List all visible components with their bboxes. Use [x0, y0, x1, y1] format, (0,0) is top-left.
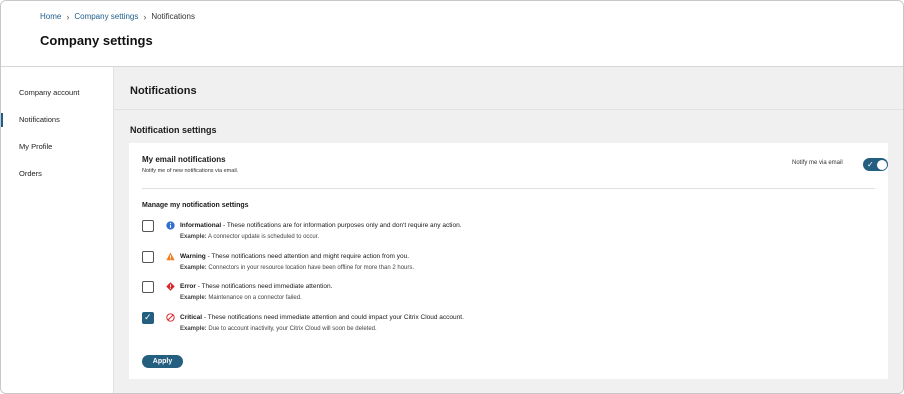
- severity-name: Critical: [180, 314, 203, 321]
- sidebar: Company account Notifications My Profile…: [1, 67, 114, 393]
- toggle-label: Notify me via email: [792, 160, 843, 166]
- severity-row-warning: Warning - These notifications need atten…: [142, 251, 872, 279]
- chevron-right-icon: ›: [66, 11, 70, 22]
- warning-checkbox[interactable]: [142, 251, 154, 263]
- page-title: Company settings: [40, 33, 153, 48]
- chevron-right-icon: ›: [143, 11, 147, 22]
- sidebar-item-label: Orders: [19, 169, 42, 178]
- main-content: Notifications Notification settings My e…: [114, 67, 903, 393]
- breadcrumb-home-link[interactable]: Home: [40, 12, 61, 21]
- example-label: Example:: [180, 265, 207, 271]
- severity-name: Error: [180, 283, 196, 290]
- severity-description: - These notifications need attention and…: [205, 253, 410, 260]
- sidebar-item-company-account[interactable]: Company account: [1, 84, 113, 102]
- divider: [114, 109, 903, 110]
- informational-checkbox[interactable]: [142, 220, 154, 232]
- apply-button[interactable]: Apply: [142, 355, 183, 368]
- severity-example: Maintenance on a connector failed.: [206, 295, 302, 301]
- severity-example: Due to account inactivity, your Citrix C…: [206, 326, 377, 332]
- example-label: Example:: [180, 326, 207, 332]
- check-icon: ✓: [144, 312, 152, 322]
- critical-icon: [166, 313, 175, 322]
- sidebar-item-orders[interactable]: Orders: [1, 165, 113, 183]
- manage-settings-title: Manage my notification settings: [142, 202, 249, 209]
- sidebar-item-label: My Profile: [19, 142, 53, 151]
- severity-row-error: Error - These notifications need immedia…: [142, 281, 872, 309]
- email-notifications-description: Notify me of new notifications via email…: [142, 168, 239, 174]
- check-icon: ✓: [867, 160, 874, 169]
- breadcrumb-current: Notifications: [151, 12, 195, 21]
- sidebar-item-notifications[interactable]: Notifications: [1, 111, 113, 129]
- settings-card: My email notifications Notify me of new …: [129, 143, 888, 379]
- severity-row-critical: ✓ Critical - These notifications need im…: [142, 312, 872, 340]
- header: Home › Company settings › Notifications …: [1, 1, 903, 67]
- toggle-knob: [876, 159, 887, 170]
- severity-example: Connectors in your resource location hav…: [206, 265, 415, 271]
- severity-description: - These notifications need immediate att…: [202, 314, 464, 321]
- sidebar-item-label: Notifications: [19, 115, 60, 124]
- warning-icon: [166, 252, 175, 261]
- email-notifications-title: My email notifications: [142, 155, 226, 164]
- app-window: Home › Company settings › Notifications …: [0, 0, 904, 394]
- sidebar-item-label: Company account: [19, 88, 80, 97]
- breadcrumb-company-link[interactable]: Company settings: [74, 12, 138, 21]
- severity-name: Warning: [180, 253, 206, 260]
- breadcrumb: Home › Company settings › Notifications: [40, 12, 195, 21]
- error-icon: [166, 282, 175, 291]
- sidebar-item-my-profile[interactable]: My Profile: [1, 138, 113, 156]
- severity-name: Informational: [180, 222, 222, 229]
- divider: [142, 188, 875, 189]
- error-checkbox[interactable]: [142, 281, 154, 293]
- severity-row-informational: Informational - These notifications are …: [142, 220, 872, 248]
- email-toggle[interactable]: ✓: [863, 158, 888, 171]
- severity-description: - These notifications are for informatio…: [221, 222, 462, 229]
- section-title: Notifications: [130, 85, 197, 97]
- critical-checkbox[interactable]: ✓: [142, 312, 154, 324]
- subsection-title: Notification settings: [130, 125, 217, 135]
- example-label: Example:: [180, 295, 207, 301]
- example-label: Example:: [180, 234, 207, 240]
- severity-description: - These notifications need immediate att…: [195, 283, 333, 290]
- severity-example: A connector update is scheduled to occur…: [206, 234, 320, 240]
- info-icon: [166, 221, 175, 230]
